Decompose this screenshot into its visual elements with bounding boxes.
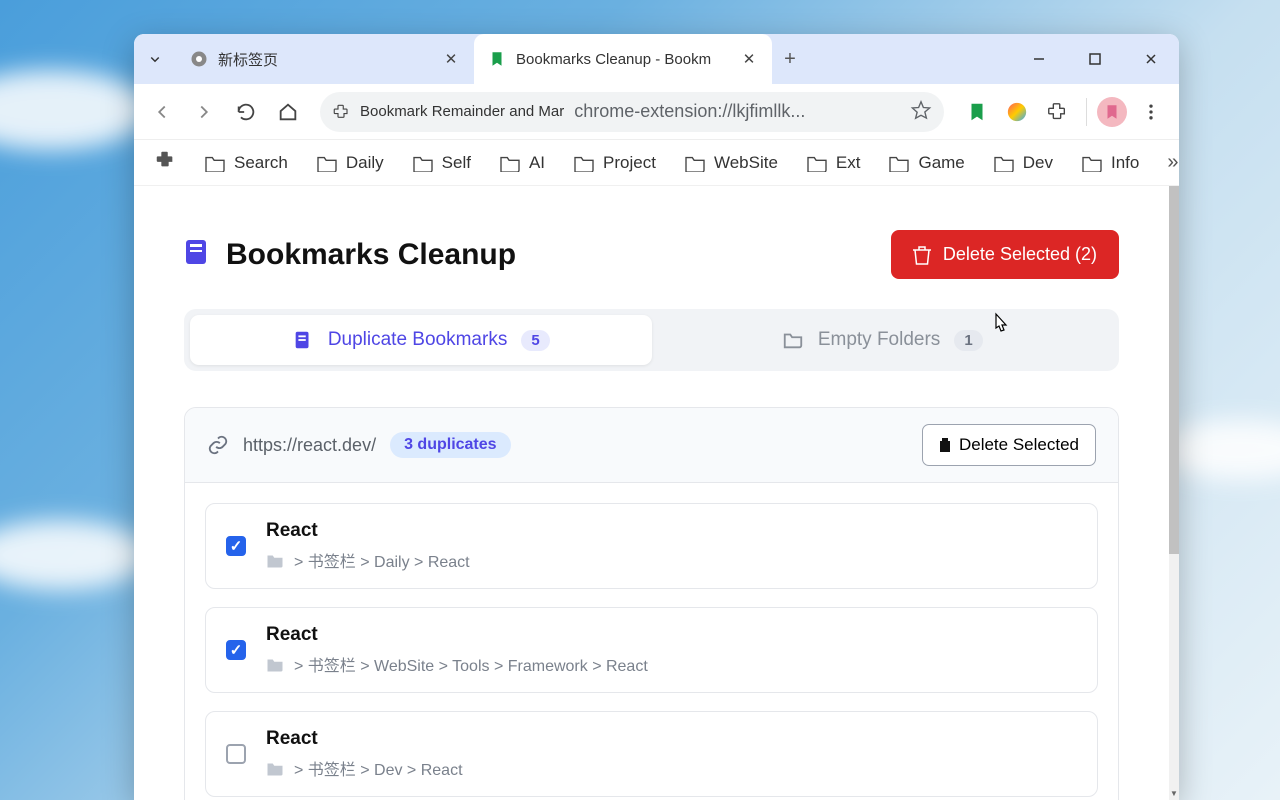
bookmarks-bar: Search Daily Self AI Project WebSite Ext Game De… (134, 140, 1179, 186)
delete-selected-main-button[interactable]: Delete Selected (2) (891, 230, 1119, 279)
folder-icon (782, 329, 804, 351)
trash-icon (939, 438, 951, 452)
empty-count-badge: 1 (954, 330, 982, 351)
page-title: Bookmarks Cleanup (226, 238, 516, 272)
reload-button[interactable] (228, 94, 264, 130)
link-icon (207, 434, 229, 456)
bookmark-folder[interactable]: Dev (993, 153, 1053, 173)
document-stack-icon (292, 329, 314, 351)
page-content: Bookmarks Cleanup Delete Selected (2) Du… (134, 186, 1169, 800)
forward-button[interactable] (186, 94, 222, 130)
profile-avatar[interactable] (1097, 97, 1127, 127)
address-bar[interactable]: Bookmark Remainder and Mar chrome-extens… (320, 92, 944, 132)
bookmark-folder[interactable]: Project (573, 153, 656, 173)
scroll-down-icon[interactable]: ▼ (1169, 786, 1179, 800)
close-tab-icon[interactable]: ✕ (740, 50, 758, 68)
close-tab-icon[interactable]: ✕ (442, 50, 460, 68)
bookmark-folder[interactable]: AI (499, 153, 545, 173)
entry-path: > 书签栏 > Daily > React (266, 548, 470, 572)
tab-duplicate-bookmarks[interactable]: Duplicate Bookmarks 5 (190, 315, 652, 365)
url-text: chrome-extension://lkjfimllk... (574, 101, 805, 122)
extensions-puzzle-icon[interactable] (1044, 99, 1070, 125)
group-url: https://react.dev/ (243, 435, 376, 456)
bookmark-folder[interactable]: Game (888, 153, 964, 173)
puzzle-icon[interactable] (154, 149, 176, 176)
checkbox[interactable] (226, 744, 246, 764)
titlebar: 新标签页 ✕ Bookmarks Cleanup - Bookm ✕ + (134, 34, 1179, 84)
maximize-button[interactable] (1067, 34, 1123, 84)
folder-icon (266, 552, 284, 568)
bookmark-folder[interactable]: Info (1081, 153, 1139, 173)
scrollbar-thumb[interactable] (1169, 186, 1179, 554)
bookmark-entry: React > 书签栏 > WebSite > Tools > Framework… (205, 607, 1098, 693)
browser-menu-button[interactable] (1133, 94, 1169, 130)
close-window-button[interactable] (1123, 34, 1179, 84)
browser-tab-2[interactable]: Bookmarks Cleanup - Bookm ✕ (474, 34, 772, 84)
site-name-label: Bookmark Remainder and Mar (360, 103, 564, 120)
colorful-ext-icon[interactable] (1004, 99, 1030, 125)
document-icon (184, 238, 208, 271)
filter-tabs: Duplicate Bookmarks 5 Empty Folders 1 (184, 309, 1119, 371)
bookmark-folder[interactable]: WebSite (684, 153, 778, 173)
bookmark-folder[interactable]: Search (204, 153, 288, 173)
tab-dropdown-button[interactable] (134, 34, 176, 84)
tab-empty-folders[interactable]: Empty Folders 1 (652, 315, 1114, 365)
bookmark-star-icon[interactable] (910, 99, 932, 125)
bookmark-folder[interactable]: Daily (316, 153, 384, 173)
bookmark-entry: React > 书签栏 > Dev > React (205, 711, 1098, 797)
tab-title: Bookmarks Cleanup - Bookm (516, 51, 730, 68)
delete-selected-group-button[interactable]: Delete Selected (922, 424, 1096, 466)
toolbar: Bookmark Remainder and Mar chrome-extens… (134, 84, 1179, 140)
new-tab-button[interactable]: + (772, 34, 808, 84)
entry-path: > 书签栏 > WebSite > Tools > Framework > Re… (266, 652, 648, 676)
tab-title: 新标签页 (218, 49, 432, 70)
folder-icon (266, 760, 284, 776)
entries-list: React > 书签栏 > Daily > React React > 书签栏 > W… (185, 483, 1118, 800)
entry-title: React (266, 624, 648, 646)
back-button[interactable] (144, 94, 180, 130)
group-header: https://react.dev/ 3 duplicates Delete S… (185, 408, 1118, 483)
entry-title: React (266, 520, 470, 542)
duplicate-count-badge: 5 (521, 330, 549, 351)
folder-icon (266, 656, 284, 672)
bookmark-folder[interactable]: Ext (806, 153, 861, 173)
checkbox[interactable] (226, 536, 246, 556)
browser-tab-1[interactable]: 新标签页 ✕ (176, 34, 474, 84)
minimize-button[interactable] (1011, 34, 1067, 84)
entry-title: React (266, 728, 463, 750)
scrollbar[interactable]: ▲ ▼ (1169, 186, 1179, 800)
extension-icon (332, 103, 350, 121)
checkbox[interactable] (226, 640, 246, 660)
page-header: Bookmarks Cleanup Delete Selected (2) (184, 230, 1119, 279)
chrome-icon (190, 50, 208, 68)
trash-icon (913, 245, 931, 265)
extension-icons (958, 99, 1076, 125)
duplicates-badge: 3 duplicates (390, 432, 510, 458)
bookmarks-overflow-icon[interactable]: » (1167, 151, 1178, 174)
bookmark-folder[interactable]: Self (412, 153, 471, 173)
bookmark-entry: React > 书签栏 > Daily > React (205, 503, 1098, 589)
browser-window: 新标签页 ✕ Bookmarks Cleanup - Bookm ✕ + (134, 34, 1179, 800)
window-controls (1011, 34, 1179, 84)
home-button[interactable] (270, 94, 306, 130)
bookmark-ext-icon[interactable] (964, 99, 990, 125)
duplicate-group: https://react.dev/ 3 duplicates Delete S… (184, 407, 1119, 800)
entry-path: > 书签栏 > Dev > React (266, 756, 463, 780)
bookmark-extension-icon (488, 50, 506, 68)
